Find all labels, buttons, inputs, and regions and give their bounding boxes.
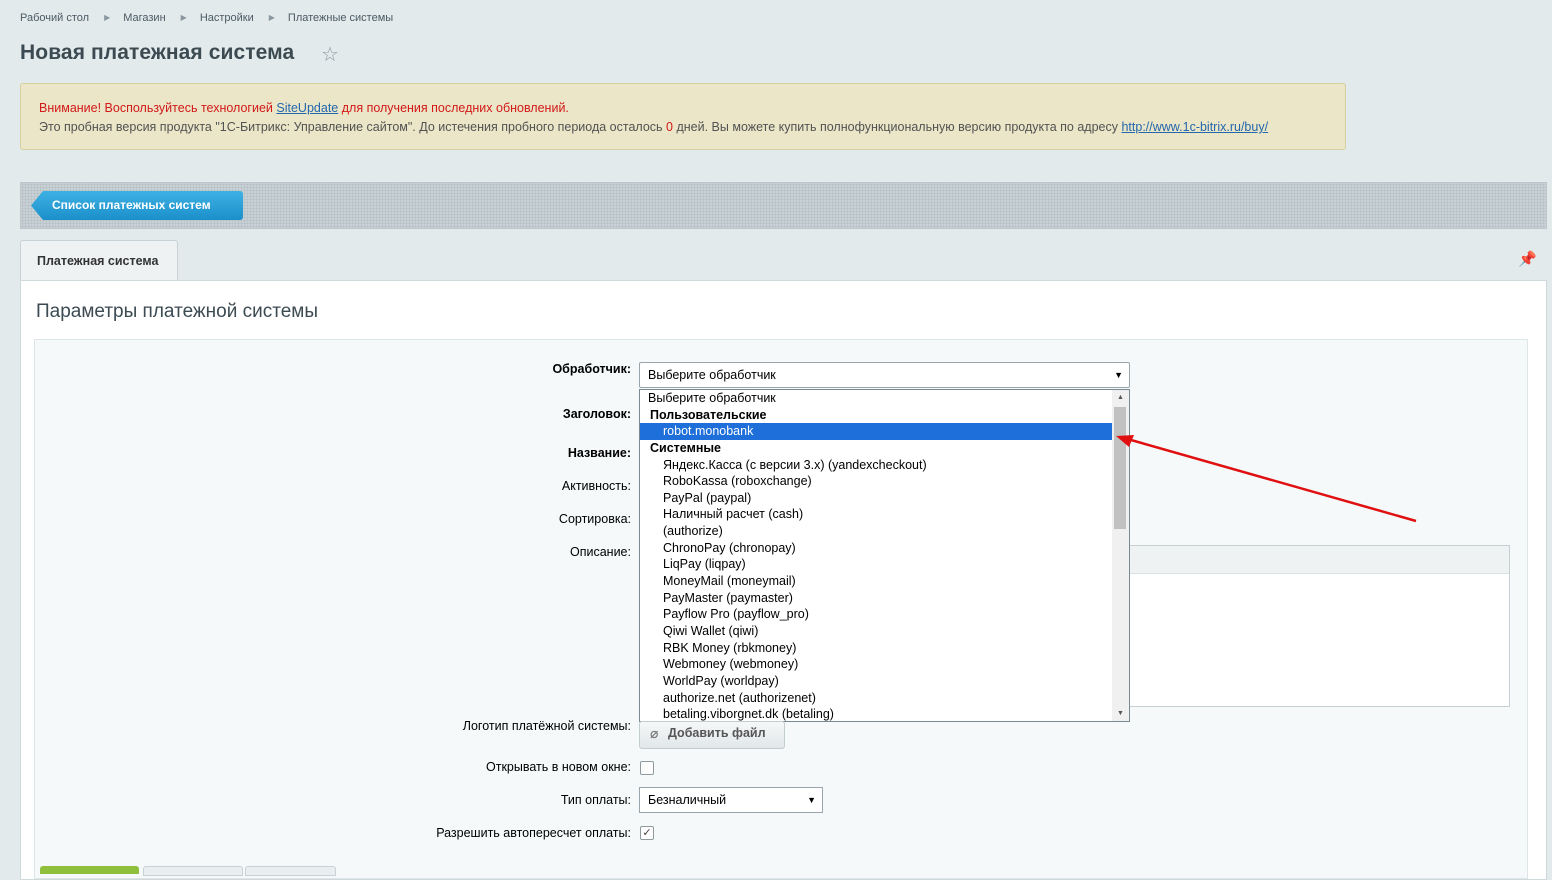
warning-text: Внимание! Воспользуйтесь технологией [39, 101, 273, 115]
add-file-button[interactable]: ⌀ Добавить файл [639, 721, 785, 749]
trial-notice: Внимание! Воспользуйтесь технологией Sit… [20, 83, 1346, 150]
auto-recalc-checkbox[interactable]: ✓ [640, 826, 654, 840]
pin-icon[interactable]: 📌 [1518, 250, 1537, 268]
pay-type-select[interactable]: Безналичный ▼ [639, 787, 823, 813]
dropdown-option[interactable]: authorize.net (authorizenet) [640, 690, 1129, 707]
trial-days: 0 [666, 120, 673, 134]
context-toolbar: Список платежных систем [20, 182, 1547, 229]
dropdown-option[interactable]: MoneyMail (moneymail) [640, 573, 1129, 590]
arrow-head [1116, 435, 1134, 447]
new-window-label: Открывать в новом окне: [486, 760, 631, 774]
page-title: Новая платежная система [20, 41, 295, 64]
trial-tail: дней. Вы можете купить полнофункциональн… [676, 120, 1118, 134]
handler-select[interactable]: Выберите обработчик ▼ [639, 362, 1130, 388]
editor-toolbar [1130, 546, 1509, 574]
dropdown-option[interactable]: Payflow Pro (payflow_pro) [640, 606, 1129, 623]
checkmark-icon: ✓ [642, 827, 652, 839]
tab-payment-system[interactable]: Платежная система [20, 240, 178, 280]
save-button[interactable] [40, 866, 139, 874]
scroll-up-icon[interactable]: ▲ [1112, 390, 1129, 405]
cancel-button[interactable] [245, 866, 336, 876]
dropdown-option[interactable]: Webmoney (webmoney) [640, 656, 1129, 673]
trial-info: Это пробная версия продукта "1С-Битрикс:… [39, 118, 1327, 137]
breadcrumb-separator-icon: ▶ [104, 13, 111, 22]
name-label: Название: [567, 446, 631, 460]
handler-label: Обработчик: [552, 362, 631, 376]
breadcrumb-item-payment-systems[interactable]: Платежные системы [288, 12, 393, 24]
dropdown-option[interactable]: WorldPay (worldpay) [640, 673, 1129, 690]
warning-tail: для получения последних обновлений. [341, 101, 569, 115]
dropdown-option[interactable]: RoboKassa (roboxchange) [640, 473, 1129, 490]
dropdown-option-robot-monobank[interactable]: robot.monobank [640, 423, 1112, 440]
dropdown-option[interactable]: betaling.viborgnet.dk (betaling) [640, 706, 1129, 721]
dropdown-option[interactable]: Яндекс.Касса (с версии 3.x) (yandexcheck… [640, 457, 1129, 474]
pay-type-value: Безналичный [648, 793, 727, 807]
dropdown-option[interactable]: PayMaster (paymaster) [640, 590, 1129, 607]
breadcrumb-separator-icon: ▶ [180, 13, 187, 22]
dropdown-group-custom: Пользовательские [650, 407, 767, 422]
dropdown-option[interactable]: Наличный расчет (cash) [640, 506, 1129, 523]
add-file-label: Добавить файл [668, 726, 766, 740]
update-warning: Внимание! Воспользуйтесь технологией Sit… [39, 99, 1327, 118]
description-label: Описание: [570, 545, 631, 559]
scroll-down-icon[interactable]: ▼ [1112, 706, 1129, 721]
description-editor[interactable] [1129, 545, 1510, 707]
dropdown-option[interactable]: LiqPay (liqpay) [640, 556, 1129, 573]
handler-select-value: Выберите обработчик [648, 368, 776, 382]
tab-bar: Платежная система 📌 [20, 240, 1547, 280]
dropdown-option-placeholder[interactable]: Выберите обработчик [640, 390, 1129, 407]
new-window-checkbox[interactable] [640, 761, 654, 775]
active-label: Активность: [561, 479, 631, 493]
dropdown-option[interactable]: RBK Money (rbkmoney) [640, 640, 1129, 657]
dropdown-option[interactable]: Qiwi Wallet (qiwi) [640, 623, 1129, 640]
breadcrumb-item-shop[interactable]: Магазин [123, 12, 165, 24]
section-title: Параметры платежной системы [36, 301, 318, 322]
dropdown-option[interactable]: (authorize) [640, 523, 1129, 540]
logo-label: Логотип платёжной системы: [462, 719, 631, 733]
auto-recalc-label: Разрешить автопересчет оплаты: [436, 826, 631, 840]
dropdown-option[interactable]: PayPal (paypal) [640, 490, 1129, 507]
sort-label: Сортировка: [558, 512, 631, 526]
chevron-down-icon: ▼ [1114, 370, 1123, 380]
breadcrumb: Рабочий стол ▶ Магазин ▶ Настройки ▶ Платежные… [20, 12, 393, 24]
breadcrumb-item-desktop[interactable]: Рабочий стол [20, 12, 89, 24]
red-annotation-arrow [1116, 435, 1417, 523]
arrow-shaft [1123, 436, 1417, 523]
header-label: Заголовок: [562, 407, 631, 421]
breadcrumb-separator-icon: ▶ [268, 13, 275, 22]
paperclip-icon: ⌀ [650, 725, 659, 741]
pay-type-label: Тип оплаты: [560, 793, 631, 807]
dropdown-option[interactable]: ChronoPay (chronopay) [640, 540, 1129, 557]
apply-button[interactable] [143, 866, 243, 876]
handler-dropdown-list[interactable]: Выберите обработчик Пользовательские rob… [639, 389, 1130, 722]
siteupdate-link[interactable]: SiteUpdate [276, 101, 338, 115]
star-icon[interactable]: ☆ [321, 45, 339, 65]
breadcrumb-item-settings[interactable]: Настройки [200, 12, 254, 24]
payment-systems-list-button[interactable]: Список платежных систем [31, 191, 243, 220]
dropdown-group-system: Системные [650, 440, 721, 455]
trial-text: Это пробная версия продукта "1С-Битрикс:… [39, 120, 663, 134]
chevron-down-icon: ▼ [807, 795, 816, 805]
buy-link[interactable]: http://www.1c-bitrix.ru/buy/ [1121, 120, 1268, 134]
